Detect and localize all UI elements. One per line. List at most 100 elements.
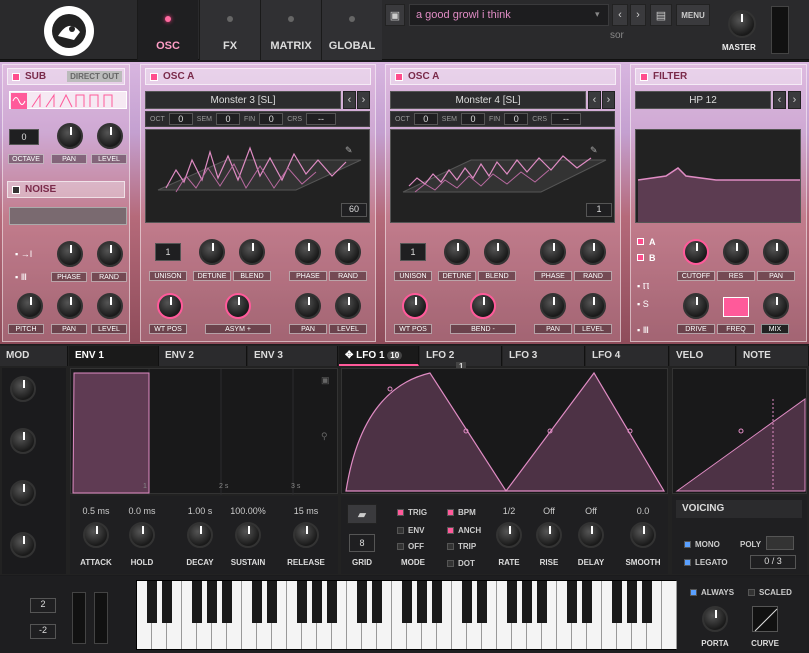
octave-up-stepper[interactable]: 2	[30, 598, 56, 613]
decay-knob[interactable]	[187, 522, 213, 548]
legato-option[interactable]: LEGATO	[684, 558, 728, 567]
browser-icon[interactable]: ▤	[650, 4, 672, 26]
noise-phase-knob[interactable]	[57, 241, 83, 267]
lfo-trip-option[interactable]: TRIP	[447, 542, 476, 551]
osc-a-oct[interactable]: 0	[168, 113, 193, 125]
black-key[interactable]	[357, 581, 367, 623]
osc-a-unison-stepper[interactable]: 1	[155, 243, 181, 261]
direct-out-button[interactable]: DIRECT OUT	[67, 71, 122, 82]
black-key[interactable]	[222, 581, 232, 623]
master-volume-knob[interactable]	[728, 10, 756, 38]
osc-b-oct[interactable]: 0	[413, 113, 438, 125]
menu-button[interactable]: MENU	[676, 4, 710, 26]
black-key[interactable]	[327, 581, 337, 623]
mono-option[interactable]: MONO	[684, 540, 720, 549]
zoom-icon[interactable]: ⚲	[321, 431, 328, 442]
osc-a-pan-knob[interactable]	[295, 293, 321, 319]
filter-cutoff-knob[interactable]	[683, 239, 709, 265]
sub-level-knob[interactable]	[97, 123, 123, 149]
sustain-knob[interactable]	[235, 522, 261, 548]
lfo-env-option[interactable]: ENV	[397, 526, 424, 535]
filter-route-a[interactable]: A	[637, 237, 656, 247]
sub-pan-knob[interactable]	[57, 123, 83, 149]
osc-a-detune-knob[interactable]	[199, 239, 225, 265]
osc-b-header[interactable]: OSC A	[390, 68, 616, 85]
tab-env-2[interactable]: ENV 2	[159, 346, 247, 366]
noise-type-selector[interactable]	[9, 207, 127, 225]
tab-fx[interactable]: FX	[199, 0, 260, 60]
lfo-off-option[interactable]: OFF	[397, 542, 424, 551]
noise-pan-knob[interactable]	[57, 293, 83, 319]
osc-a-rand-knob[interactable]	[335, 239, 361, 265]
noise-rand-knob[interactable]	[97, 241, 123, 267]
lfo-shape-folder-icon[interactable]: ▰	[347, 504, 377, 524]
lfo-dot-option[interactable]: DOT	[447, 559, 475, 568]
lfo-anch-option[interactable]: ANCH	[447, 526, 481, 535]
osc-b-blend-knob[interactable]	[484, 239, 510, 265]
osc-a-warp-knob[interactable]	[225, 293, 251, 319]
osc-b-warp-mode[interactable]: BEND -	[450, 324, 516, 334]
octave-down-stepper[interactable]: -2	[30, 624, 56, 639]
tab-note[interactable]: NOTE	[737, 346, 809, 366]
next-preset-button[interactable]: ›	[630, 4, 646, 26]
osc-a-enable-led[interactable]	[150, 72, 158, 81]
osc-a-edit-icon[interactable]: ✎	[345, 145, 353, 156]
filter-mix-knob[interactable]	[763, 293, 789, 319]
piano-keyboard[interactable]	[136, 580, 677, 650]
black-key[interactable]	[522, 581, 532, 623]
black-key[interactable]	[432, 581, 442, 623]
velocity-graph[interactable]	[672, 368, 807, 494]
osc-b-rand-knob[interactable]	[580, 239, 606, 265]
osc-b-phase-knob[interactable]	[540, 239, 566, 265]
osc-a-wtpos-knob[interactable]	[157, 293, 183, 319]
black-key[interactable]	[477, 581, 487, 623]
osc-b-next-button[interactable]: ›	[602, 91, 615, 109]
sub-enable-led[interactable]	[12, 72, 20, 81]
filter-next-button[interactable]: ›	[788, 91, 801, 109]
osc-a-prev-button[interactable]: ‹	[343, 91, 356, 109]
black-key[interactable]	[507, 581, 517, 623]
tab-global[interactable]: GLOBAL	[321, 0, 382, 60]
black-key[interactable]	[147, 581, 157, 623]
lock-icon[interactable]: ▣	[321, 375, 330, 386]
filter-route-b[interactable]: B	[637, 253, 656, 263]
mod-slot-2-knob[interactable]	[10, 428, 36, 454]
mod-slot-3-knob[interactable]	[10, 480, 36, 506]
noise-enable-led[interactable]	[12, 185, 20, 194]
black-key[interactable]	[582, 581, 592, 623]
lfo-rise-knob[interactable]	[536, 522, 562, 548]
preset-name-field[interactable]: a good growl i think	[409, 4, 609, 26]
osc-a-frame[interactable]: 60	[341, 203, 367, 217]
black-key[interactable]	[312, 581, 322, 623]
noise-pitch-knob[interactable]	[17, 293, 43, 319]
osc-a-crs[interactable]: --	[306, 113, 337, 125]
osc-b-frame[interactable]: 1	[586, 203, 612, 217]
prev-preset-button[interactable]: ‹	[612, 4, 628, 26]
lfo-bpm-option[interactable]: BPM	[447, 508, 476, 517]
save-icon[interactable]: ▣	[385, 4, 405, 26]
black-key[interactable]	[267, 581, 277, 623]
osc-b-crs[interactable]: --	[551, 113, 582, 125]
black-key[interactable]	[642, 581, 652, 623]
osc-b-wavetable-selector[interactable]: Monster 4 [SL]	[390, 91, 586, 109]
filter-prev-button[interactable]: ‹	[773, 91, 786, 109]
filter-pan-knob[interactable]	[763, 239, 789, 265]
lfo-smooth-knob[interactable]	[630, 522, 656, 548]
osc-b-wtpos-knob[interactable]	[402, 293, 428, 319]
tab-osc[interactable]: OSC	[137, 0, 198, 60]
filter-res-knob[interactable]	[723, 239, 749, 265]
hold-knob[interactable]	[129, 522, 155, 548]
tab-lfo-2[interactable]: LFO 2 1	[420, 346, 502, 371]
noise-arrow-icon[interactable]: ▪ →I	[15, 249, 32, 259]
tab-velo[interactable]: VELO	[670, 346, 736, 366]
curve-display[interactable]	[752, 606, 778, 632]
filter-type-selector[interactable]: HP 12	[635, 91, 771, 109]
porta-knob[interactable]	[702, 606, 728, 632]
osc-a-next-button[interactable]: ›	[357, 91, 370, 109]
noise-header[interactable]: NOISE	[7, 181, 125, 198]
osc-a-level-knob[interactable]	[335, 293, 361, 319]
black-key[interactable]	[567, 581, 577, 623]
osc-b-detune-knob[interactable]	[444, 239, 470, 265]
sub-waveform-selector[interactable]	[9, 91, 127, 109]
lfo-graph[interactable]	[341, 368, 668, 494]
